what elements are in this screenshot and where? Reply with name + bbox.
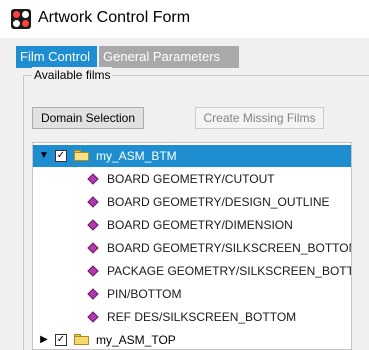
tree-node-row[interactable]: ▶ ✓ my_ASM_TOP bbox=[33, 329, 351, 349]
create-missing-films-button[interactable]: Create Missing Films bbox=[195, 107, 324, 129]
window-title: Artwork Control Form bbox=[38, 9, 191, 26]
domain-selection-button[interactable]: Domain Selection bbox=[32, 107, 144, 129]
tree-node-label: my_ASM_TOP bbox=[96, 333, 176, 347]
collapse-arrow-icon[interactable]: ▼ bbox=[38, 145, 50, 167]
film-label: BOARD GEOMETRY/DESIGN_OUTLINE bbox=[107, 195, 330, 209]
layer-icon bbox=[87, 196, 99, 208]
tree-film-row[interactable]: BOARD GEOMETRY/SILKSCREEN_BOTTOM bbox=[33, 237, 352, 259]
layer-icon bbox=[87, 311, 99, 323]
film-checkbox[interactable]: ✓ bbox=[55, 334, 67, 346]
expand-arrow-icon[interactable]: ▶ bbox=[38, 329, 50, 349]
tab-film-control[interactable]: Film Control bbox=[16, 46, 97, 68]
tree-film-row[interactable]: REF DES/SILKSCREEN_BOTTOM bbox=[33, 306, 351, 328]
layer-icon bbox=[87, 219, 99, 231]
layer-icon bbox=[87, 288, 99, 300]
film-label: BOARD GEOMETRY/CUTOUT bbox=[107, 172, 275, 186]
tab-general-parameters[interactable]: General Parameters bbox=[99, 46, 239, 68]
layer-icon bbox=[87, 265, 99, 277]
film-tree[interactable]: ▼ ✓ my_ASM_BTM BOARD GEOMETRY/CUTOUT BOARD G… bbox=[32, 142, 352, 350]
folder-open-icon bbox=[74, 150, 89, 161]
tree-film-row[interactable]: PACKAGE GEOMETRY/SILKSCREEN_BOTTOM bbox=[33, 260, 352, 282]
layer-icon bbox=[87, 173, 99, 185]
film-label: BOARD GEOMETRY/SILKSCREEN_BOTTOM bbox=[107, 241, 352, 255]
group-label: Available films bbox=[32, 67, 113, 83]
app-logo-icon bbox=[11, 9, 31, 29]
tree-film-row[interactable]: BOARD GEOMETRY/CUTOUT bbox=[33, 168, 351, 190]
film-label: PIN/BOTTOM bbox=[107, 287, 182, 301]
tree-node-label: my_ASM_BTM bbox=[96, 149, 177, 163]
film-label: BOARD GEOMETRY/DIMENSION bbox=[107, 218, 293, 232]
folder-icon bbox=[74, 334, 89, 345]
film-label: PACKAGE GEOMETRY/SILKSCREEN_BOTTOM bbox=[107, 264, 352, 278]
tree-film-row[interactable]: BOARD GEOMETRY/DESIGN_OUTLINE bbox=[33, 191, 351, 213]
film-label: REF DES/SILKSCREEN_BOTTOM bbox=[107, 310, 297, 324]
tree-film-row[interactable]: PIN/BOTTOM bbox=[33, 283, 351, 305]
title-bar: Artwork Control Form bbox=[0, 0, 369, 38]
film-checkbox[interactable]: ✓ bbox=[55, 150, 67, 162]
tree-node-row[interactable]: ▼ ✓ my_ASM_BTM bbox=[33, 145, 351, 167]
layer-icon bbox=[87, 242, 99, 254]
tree-film-row[interactable]: BOARD GEOMETRY/DIMENSION bbox=[33, 214, 351, 236]
